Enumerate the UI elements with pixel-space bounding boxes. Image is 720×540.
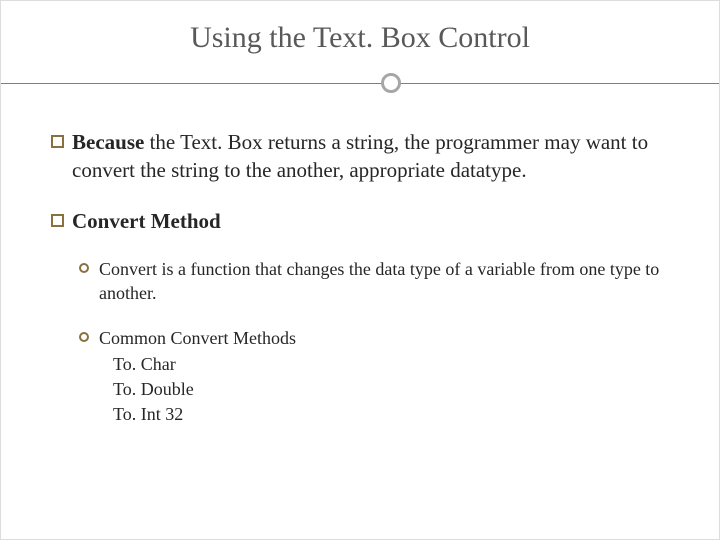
bullet-text: Convert Method: [72, 207, 669, 235]
list-item: To. Int 32: [113, 402, 669, 427]
list-item: To. Char: [113, 352, 669, 377]
subbullet-text: Common Convert Methods To. Char To. Doub…: [99, 326, 669, 428]
list-item: To. Double: [113, 377, 669, 402]
slide-title: Using the Text. Box Control: [51, 21, 669, 73]
subbullet-label: Common Convert Methods: [99, 328, 296, 348]
bullet-level2: Common Convert Methods To. Char To. Doub…: [79, 326, 669, 428]
slide: Using the Text. Box Control Because the …: [0, 0, 720, 540]
circle-bullet-icon: [79, 332, 89, 342]
divider: [51, 73, 669, 93]
square-bullet-icon: [51, 135, 64, 148]
divider-circle-icon: [381, 73, 401, 93]
title-block: Using the Text. Box Control: [51, 21, 669, 93]
content: Because the Text. Box returns a string, …: [51, 128, 669, 427]
bullet-lead: Because: [72, 130, 144, 154]
bullet-text: Because the Text. Box returns a string, …: [72, 128, 669, 185]
bullet-level1: Because the Text. Box returns a string, …: [51, 128, 669, 185]
bullet-level2: Convert is a function that changes the d…: [79, 257, 669, 306]
bullet-level1: Convert Method: [51, 207, 669, 235]
square-bullet-icon: [51, 214, 64, 227]
divider-line: [1, 83, 719, 84]
circle-bullet-icon: [79, 263, 89, 273]
subbullet-text: Convert is a function that changes the d…: [99, 257, 669, 306]
bullet-rest: the Text. Box returns a string, the prog…: [72, 130, 648, 182]
method-list: To. Char To. Double To. Int 32: [99, 352, 669, 428]
